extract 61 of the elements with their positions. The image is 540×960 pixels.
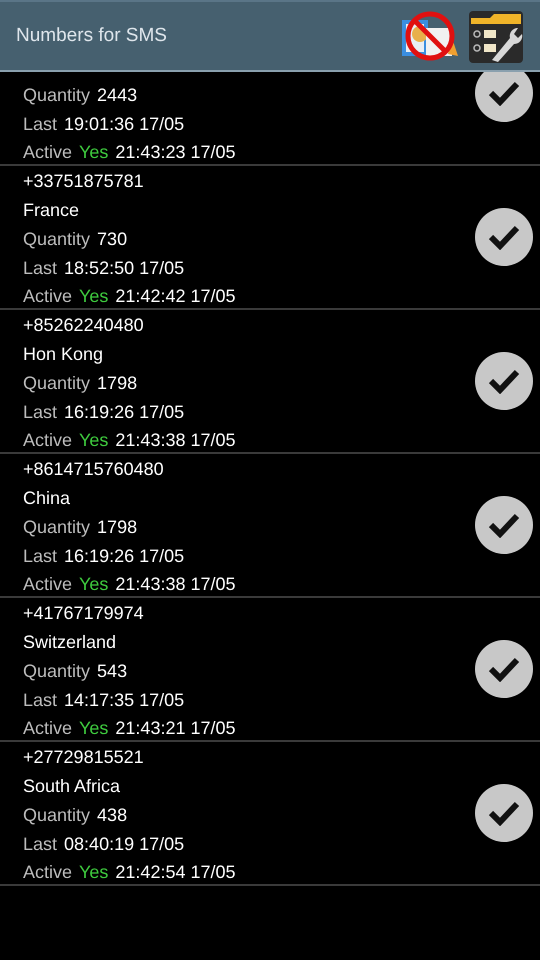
checkmark-icon xyxy=(488,800,520,826)
active-status: Yes xyxy=(79,863,108,882)
active-status: Yes xyxy=(79,719,108,738)
checkmark-icon xyxy=(488,512,520,538)
active-status: Yes xyxy=(79,575,108,594)
country-name: Hon Kong xyxy=(23,345,104,364)
field-label: Quantity xyxy=(23,662,90,680)
active-time: 21:42:54 17/05 xyxy=(115,863,236,882)
last-time: 08:40:19 17/05 xyxy=(64,834,184,853)
country-name: China xyxy=(23,489,70,508)
last-time: 16:19:26 17/05 xyxy=(64,402,184,421)
field-label: Active xyxy=(23,431,72,450)
country-name: France xyxy=(23,201,80,220)
last-time: 19:01:36 17/05 xyxy=(64,114,184,133)
last-time: 14:17:35 17/05 xyxy=(64,690,184,709)
field-label: Quantity xyxy=(23,374,90,392)
active-status: Yes xyxy=(79,287,108,306)
phone-number: +27729815521 xyxy=(23,748,144,766)
checkbox[interactable] xyxy=(475,72,533,122)
phone-number: +41767179974 xyxy=(23,604,144,622)
last-time: 16:19:26 17/05 xyxy=(64,546,184,565)
field-label: Active xyxy=(23,143,72,162)
checkmark-icon xyxy=(488,224,520,250)
active-status: Yes xyxy=(79,143,108,162)
active-time: 21:43:21 17/05 xyxy=(115,719,236,738)
phone-number: +85262240480 xyxy=(23,316,144,334)
folder-wrench-icon[interactable] xyxy=(468,8,524,64)
phone-number: +8614715760480 xyxy=(23,460,164,478)
active-time: 21:43:38 17/05 xyxy=(115,431,236,450)
last-time: 18:52:50 17/05 xyxy=(64,258,184,277)
field-label: Quantity xyxy=(23,806,90,824)
quantity-value: 1798 xyxy=(97,374,138,392)
field-label: Last xyxy=(23,546,58,565)
quantity-value: 543 xyxy=(97,662,128,680)
field-label: Active xyxy=(23,863,72,882)
checkmark-icon xyxy=(488,368,520,394)
country-name: Switzerland xyxy=(23,633,116,652)
quantity-value: 730 xyxy=(97,230,128,248)
active-time: 21:42:42 17/05 xyxy=(115,287,236,306)
phone-number: +33751875781 xyxy=(23,172,144,190)
quantity-value: 438 xyxy=(97,806,128,824)
field-label: Last xyxy=(23,690,58,709)
checkmark-icon xyxy=(488,80,520,106)
field-label: Quantity xyxy=(23,518,90,536)
app-title: Numbers for SMS xyxy=(16,24,168,48)
field-label: Quantity xyxy=(23,86,90,104)
active-time: 21:43:23 17/05 xyxy=(115,143,236,162)
field-label: Active xyxy=(23,719,72,738)
field-label: Last xyxy=(23,834,58,853)
field-label: Last xyxy=(23,402,58,421)
field-label: Last xyxy=(23,114,58,133)
country-name: South Africa xyxy=(23,777,120,796)
field-label: Active xyxy=(23,287,72,306)
field-label: Last xyxy=(23,258,58,277)
quantity-value: 2443 xyxy=(97,86,138,104)
quantity-value: 1798 xyxy=(97,518,138,536)
field-label: Active xyxy=(23,575,72,594)
checkmark-icon xyxy=(488,656,520,682)
active-time: 21:43:38 17/05 xyxy=(115,575,236,594)
field-label: Quantity xyxy=(23,230,90,248)
active-status: Yes xyxy=(79,431,108,450)
